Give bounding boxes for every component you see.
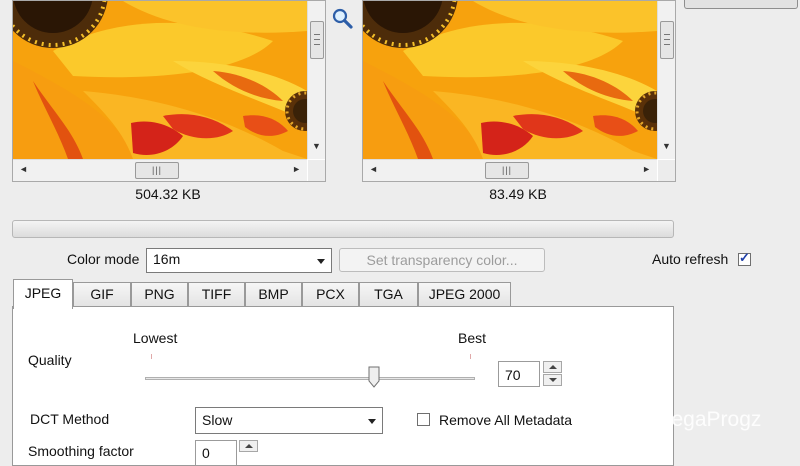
compressed-horizontal-scroll-thumb[interactable]: ||| [485, 162, 529, 179]
dct-method-label: DCT Method [30, 411, 110, 427]
jpeg-options-panel [12, 306, 674, 466]
color-mode-label: Color mode [67, 251, 140, 267]
quality-slider-track[interactable] [145, 377, 475, 380]
scroll-right-icon[interactable]: ► [642, 164, 651, 174]
quality-lowest-label: Lowest [133, 330, 178, 346]
compressed-vertical-scrollbar[interactable]: ▼ [657, 1, 675, 159]
scroll-down-icon[interactable]: ▼ [662, 141, 671, 151]
quality-spinner[interactable] [543, 361, 563, 387]
smoothing-factor-label: Smoothing factor [28, 443, 134, 459]
quality-slider-thumb[interactable] [368, 366, 380, 388]
chevron-down-icon [317, 259, 325, 264]
original-vertical-scroll-thumb[interactable] [310, 21, 324, 59]
compressed-size-label: 83.49 KB [489, 186, 547, 202]
compressed-preview-image [363, 1, 657, 159]
tab-tiff[interactable]: TIFF [188, 282, 245, 307]
tab-gif[interactable]: GIF [73, 282, 131, 307]
chevron-down-icon [368, 419, 376, 424]
remove-metadata-label: Remove All Metadata [439, 412, 573, 428]
quality-value-input[interactable]: 70 [498, 361, 540, 387]
original-horizontal-scroll-thumb[interactable]: ||| [135, 162, 179, 179]
compressed-horizontal-scrollbar[interactable]: ◄ ||| ► [363, 159, 657, 181]
dct-method-value: Slow [202, 412, 233, 428]
quality-label: Quality [28, 352, 72, 368]
scroll-right-icon[interactable]: ► [292, 164, 301, 174]
smoothing-spinner[interactable] [239, 440, 259, 466]
color-mode-value: 16m [153, 251, 181, 267]
tab-tga[interactable]: TGA [359, 282, 418, 307]
compressed-preview-pane[interactable]: ▼ ◄ ||| ► [362, 0, 676, 182]
megaprogz-logo-icon [622, 403, 652, 435]
original-horizontal-scrollbar[interactable]: ◄ ||| ► [13, 159, 307, 181]
set-transparency-color-button[interactable]: Set transparency color... [339, 248, 545, 272]
tab-pcx[interactable]: PCX [302, 282, 359, 307]
scroll-left-icon[interactable]: ◄ [19, 164, 28, 174]
spin-up-icon[interactable] [543, 361, 562, 373]
zoom-icon[interactable] [331, 7, 353, 29]
slider-tick-max [470, 354, 471, 359]
original-vertical-scrollbar[interactable]: ▼ [307, 1, 325, 159]
smoothing-factor-input[interactable]: 0 [195, 440, 237, 466]
scroll-left-icon[interactable]: ◄ [369, 164, 378, 174]
color-mode-select[interactable]: 16m [146, 248, 332, 273]
slider-tick-min [151, 354, 152, 359]
original-preview-pane[interactable]: ▼ ◄ ||| ► [12, 0, 326, 182]
tab-png[interactable]: PNG [131, 282, 188, 307]
tab-bmp[interactable]: BMP [245, 282, 302, 307]
spin-up-icon[interactable] [239, 440, 258, 452]
top-right-button[interactable] [684, 0, 798, 9]
original-size-label: 504.32 KB [135, 186, 201, 202]
scroll-down-icon[interactable]: ▼ [312, 141, 321, 151]
scroll-corner [658, 160, 675, 181]
watermark-text: MegaProgz [654, 408, 762, 431]
quality-best-label: Best [458, 330, 487, 346]
compressed-vertical-scroll-thumb[interactable] [660, 21, 674, 59]
progress-bar [12, 220, 674, 238]
auto-refresh-label: Auto refresh [652, 251, 729, 267]
remove-metadata-checkbox[interactable] [417, 413, 430, 426]
original-preview-image [13, 1, 307, 159]
tab-jpeg[interactable]: JPEG [13, 279, 73, 309]
scroll-corner [308, 160, 325, 181]
spin-down-icon[interactable] [543, 374, 562, 386]
dct-method-select[interactable]: Slow [195, 407, 383, 434]
auto-refresh-checkbox[interactable] [738, 250, 751, 266]
tab-jpeg-2000[interactable]: JPEG 2000 [418, 282, 511, 307]
